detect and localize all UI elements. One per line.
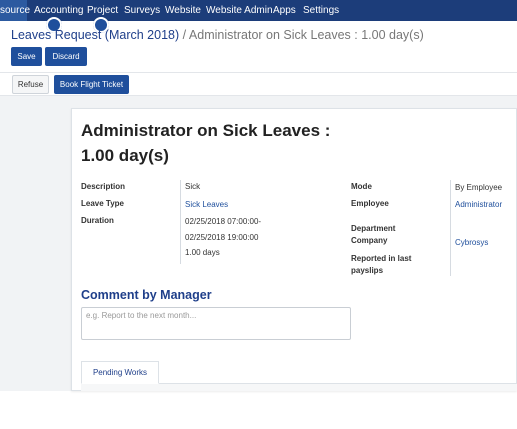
duration-from[interactable]: 02/25/2018 07:00:00- — [185, 217, 261, 226]
nav-item-apps[interactable]: Apps — [273, 5, 296, 16]
breadcrumb-parent-link[interactable]: Leaves Request (March 2018) — [11, 28, 179, 42]
description-label: Description — [81, 182, 126, 191]
nav-item-surveys[interactable]: Surveys — [124, 5, 160, 16]
employee-value[interactable]: Administrator — [455, 200, 502, 209]
company-value[interactable]: Cybrosys — [455, 238, 488, 247]
book-flight-ticket-button[interactable]: Book Flight Ticket — [54, 75, 129, 94]
comment-placeholder: e.g. Report to the next month... — [86, 311, 197, 320]
discard-button[interactable]: Discard — [45, 47, 87, 66]
duration-days[interactable]: 1.00 days — [185, 248, 220, 257]
company-label: Company — [351, 236, 388, 245]
description-value[interactable]: Sick — [185, 182, 200, 191]
nav-item-source[interactable]: source — [0, 5, 30, 16]
nav-item-website[interactable]: Website — [165, 5, 201, 16]
nav-item-project[interactable]: Project — [87, 5, 118, 16]
duration-label: Duration — [81, 216, 114, 225]
payslips-label: Reported in last payslips — [351, 254, 412, 275]
breadcrumb: Leaves Request (March 2018) / Administra… — [11, 28, 424, 42]
mode-label: Mode — [351, 182, 372, 191]
left-group-divider — [180, 180, 181, 264]
nav-item-website-admin[interactable]: Website Admin — [206, 5, 273, 16]
refuse-button[interactable]: Refuse — [12, 75, 49, 94]
mode-value[interactable]: By Employee — [455, 183, 502, 192]
form-title: Administrator on Sick Leaves : 1.00 day(… — [81, 121, 331, 165]
nav-item-settings[interactable]: Settings — [303, 5, 339, 16]
right-group-divider — [450, 180, 451, 276]
breadcrumb-separator: / — [182, 28, 187, 42]
duration-to[interactable]: 02/25/2018 19:00:00 — [185, 233, 258, 242]
leave-type-label: Leave Type — [81, 199, 124, 208]
department-label: Department — [351, 224, 396, 233]
breadcrumb-current: Administrator on Sick Leaves : 1.00 day(… — [188, 28, 424, 42]
nav-item-accounting[interactable]: Accounting — [34, 5, 83, 16]
employee-label: Employee — [351, 199, 389, 208]
save-button[interactable]: Save — [11, 47, 42, 66]
comment-section-title: Comment by Manager — [81, 288, 212, 302]
tab-content — [81, 384, 517, 391]
tab-pending-works[interactable]: Pending Works — [81, 361, 159, 384]
comment-textarea[interactable]: e.g. Report to the next month... — [81, 307, 351, 340]
top-navbar: source Accounting Project Surveys Websit… — [0, 0, 517, 21]
leave-type-value[interactable]: Sick Leaves — [185, 200, 228, 209]
